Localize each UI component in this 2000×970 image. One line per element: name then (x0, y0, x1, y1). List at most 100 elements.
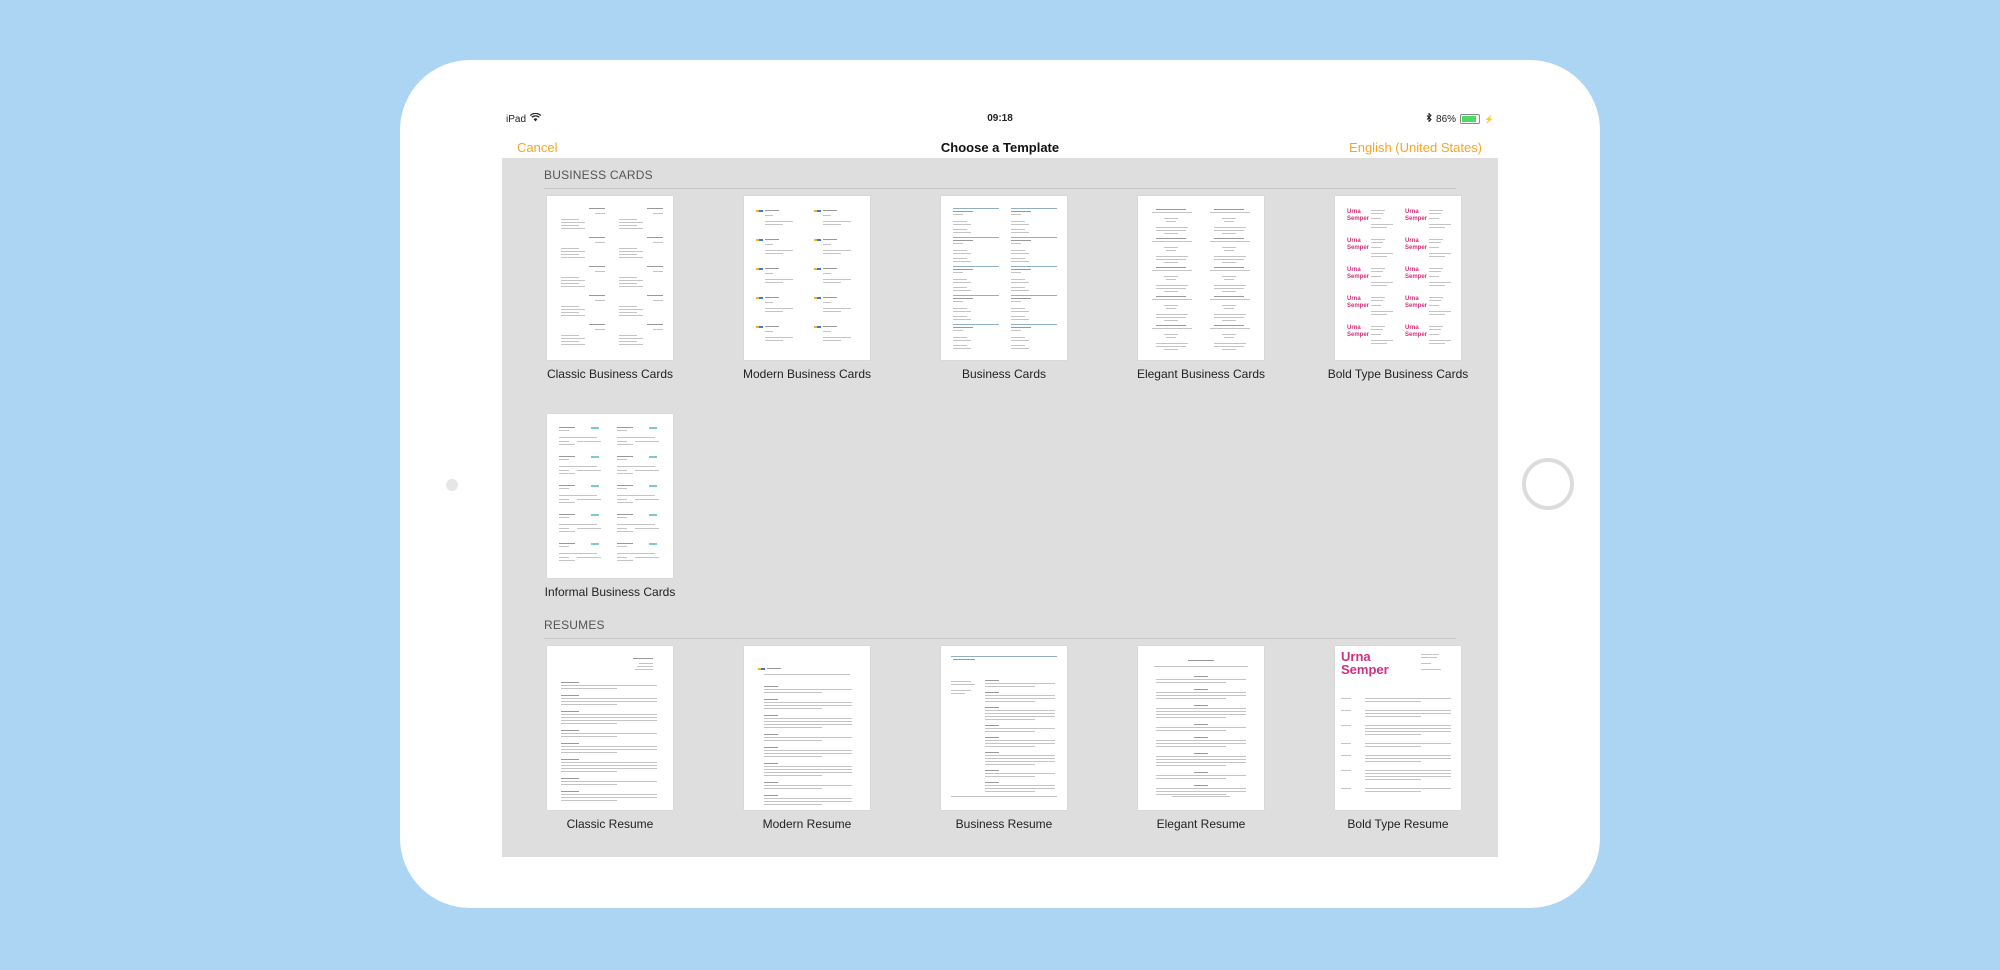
preview-line (1222, 218, 1236, 219)
preview-line (1156, 743, 1246, 744)
preview-line (1011, 266, 1057, 267)
template-modern-business-cards[interactable]: Modern Business Cards (722, 196, 892, 381)
preview-line (1224, 308, 1234, 309)
preview-line (1429, 253, 1451, 254)
preview-line (1156, 346, 1186, 347)
preview-line (617, 524, 655, 525)
preview-line (1210, 241, 1250, 242)
preview-line (823, 279, 851, 280)
preview-line (953, 250, 967, 251)
preview-line (1166, 221, 1176, 222)
preview-line (1421, 669, 1441, 670)
preview-line (561, 791, 579, 792)
preview-line (1371, 268, 1385, 269)
preview-line (649, 456, 657, 458)
preview-name-text: Urna (1347, 267, 1361, 273)
preview-line (1224, 221, 1234, 222)
template-label: Modern Resume (762, 817, 852, 831)
preview-line (617, 517, 627, 518)
preview-line (1011, 237, 1057, 238)
template-label: Classic Business Cards (546, 367, 674, 381)
preview-line (985, 686, 1035, 687)
preview-line (1371, 276, 1381, 277)
preview-line (1429, 340, 1451, 341)
preview-line (953, 295, 999, 296)
template-label: Business Resume (955, 817, 1053, 831)
template-thumbnail (941, 646, 1067, 810)
preview-line (1365, 728, 1451, 729)
preview-line (953, 269, 973, 270)
preview-line (649, 427, 657, 429)
preview-line (953, 311, 971, 312)
preview-line (1222, 320, 1236, 321)
preview-line (617, 514, 633, 515)
preview-line (1011, 324, 1057, 325)
preview-line (985, 788, 1055, 789)
preview-line (617, 459, 627, 460)
preview-line (1429, 271, 1441, 272)
template-business-resume[interactable]: Business Resume (919, 646, 1089, 831)
template-classic-resume[interactable]: Classic Resume (525, 646, 695, 831)
preview-line (765, 250, 793, 251)
preview-line (1365, 776, 1451, 777)
preview-line (1194, 753, 1208, 754)
preview-line (1421, 663, 1431, 664)
preview-line (985, 698, 1055, 699)
preview-line (1156, 727, 1246, 728)
preview-line (1156, 708, 1246, 709)
template-thumbnail (547, 646, 673, 810)
preview-line (1164, 262, 1178, 263)
preview-line (1429, 256, 1445, 257)
template-business-cards[interactable]: Business Cards (919, 196, 1089, 381)
preview-line (1214, 314, 1246, 315)
preview-name-text: Urna (1405, 296, 1419, 302)
preview-line (589, 237, 605, 238)
preview-line (559, 546, 569, 547)
preview-line (559, 557, 569, 558)
preview-line (619, 248, 637, 249)
preview-line (619, 309, 643, 310)
preview-line (577, 470, 601, 471)
preview-line (1210, 212, 1250, 213)
preview-line (617, 528, 627, 529)
preview-line (619, 315, 643, 316)
template-elegant-business-cards[interactable]: Elegant Business Cards (1116, 196, 1286, 381)
preview-line (1194, 705, 1208, 706)
preview-line (1156, 288, 1186, 289)
preview-name-text: Urna (1405, 267, 1419, 273)
template-elegant-resume[interactable]: Elegant Resume (1116, 646, 1286, 831)
template-thumbnail (1138, 196, 1264, 360)
preview-line (765, 282, 783, 283)
template-thumbnail (547, 414, 673, 578)
preview-line (561, 685, 657, 686)
preview-line (1429, 285, 1445, 286)
template-thumbnail: Urna Semper Urna Semper Urna Semper Urna Semper… (1335, 196, 1461, 360)
preview-line (1156, 238, 1186, 239)
preview-line (649, 514, 657, 516)
template-bold-type-business-cards[interactable]: Urna Semper Urna Semper Urna Semper Urna Semper… (1313, 196, 1483, 381)
preview-line (561, 752, 617, 753)
preview-line (823, 311, 841, 312)
preview-line (1371, 271, 1383, 272)
template-informal-business-cards[interactable]: Informal Business Cards (525, 414, 695, 599)
template-classic-business-cards[interactable]: Classic Business Cards (525, 196, 695, 381)
preview-line (1156, 692, 1246, 693)
preview-line (1011, 279, 1025, 280)
language-button[interactable]: English (United States) (1349, 140, 1482, 155)
home-button[interactable] (1522, 458, 1574, 510)
preview-line (1214, 296, 1244, 297)
preview-line (559, 553, 597, 554)
preview-line (1429, 334, 1439, 335)
preview-line (617, 499, 627, 500)
preview-line (1371, 343, 1387, 344)
preview-logo (759, 239, 763, 241)
preview-line (619, 219, 637, 220)
template-modern-resume[interactable]: Modern Resume (722, 646, 892, 831)
preview-line (765, 311, 783, 312)
preview-line (1152, 212, 1192, 213)
preview-line (653, 271, 663, 272)
template-bold-type-resume[interactable]: Urna Semper Bold Type Resume (1313, 646, 1483, 831)
template-chooser[interactable]: BUSINESS CARDS Classic Business Cards Mo… (502, 158, 1498, 857)
preview-line (619, 254, 637, 255)
preview-line (619, 251, 643, 252)
